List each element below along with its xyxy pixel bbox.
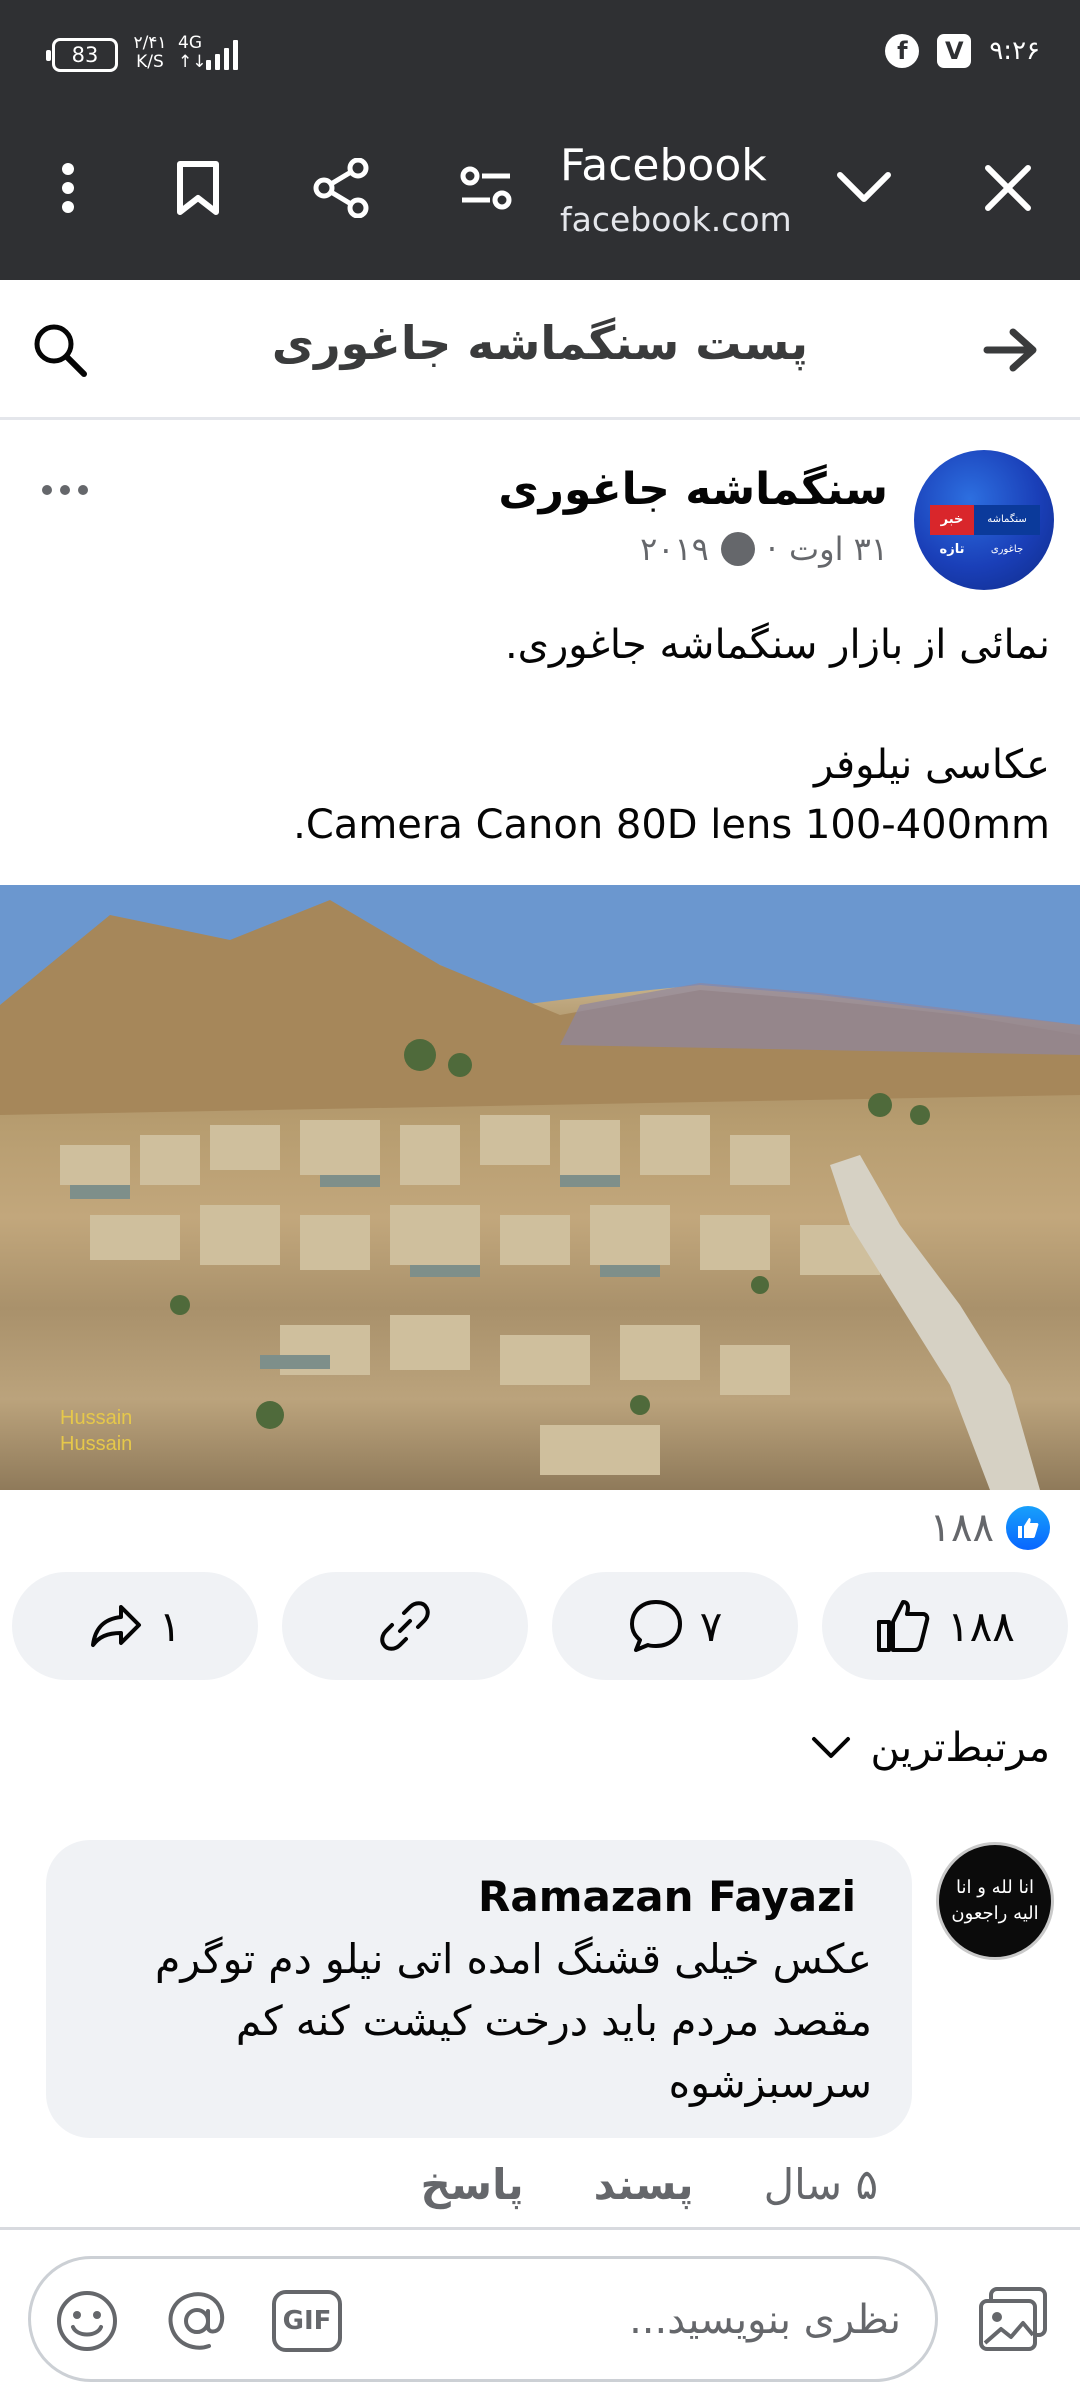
page-settings-icon[interactable]: [448, 150, 524, 226]
post-photo[interactable]: Hussain Hussain: [0, 885, 1080, 1490]
browser-chrome: 83 ۲/۴۱ K/S 4G ↑↓ f V ۹:۲۶ Facebook face…: [0, 0, 1080, 280]
browser-title: Facebook: [560, 140, 767, 191]
meta-separator: ·: [766, 530, 777, 568]
reaction-summary[interactable]: ۱۸۸: [930, 1505, 1050, 1551]
post-text-line: [30, 675, 1050, 735]
post-text-line: نمائی از بازار سنگماشه جاغوری.: [504, 622, 1050, 668]
post-author[interactable]: سنگماشه جاغوری: [498, 464, 888, 515]
post-meta: ۳۱ اوت · ۲۰۱۹: [640, 530, 888, 568]
photo-watermark: Hussain Hussain: [60, 1407, 133, 1455]
chevron-down-icon[interactable]: [826, 150, 902, 226]
network-type: 4G ↑↓: [178, 33, 207, 72]
photo-upload-icon[interactable]: [970, 2276, 1056, 2362]
comment-like-button[interactable]: پسند: [594, 2160, 694, 2209]
like-reaction-icon: [1006, 1506, 1050, 1550]
v-app-icon: V: [937, 34, 972, 68]
comment-button[interactable]: ۷: [552, 1572, 798, 1680]
avatar-badge: خبر تازه سنگماشه جاغوری: [930, 505, 1040, 557]
browser-url: facebook.com: [560, 200, 792, 239]
comment-reply-button[interactable]: پاسخ: [421, 2160, 524, 2209]
reaction-count: ۱۸۸: [929, 1505, 994, 1551]
post-text-line: عکاسی نیلوفر: [813, 742, 1050, 788]
globe-icon: [720, 532, 755, 566]
browser-toolbar: Facebook facebook.com: [0, 130, 1080, 250]
emoji-icon[interactable]: [49, 2283, 125, 2359]
network-speed: ۲/۴۱ K/S: [133, 33, 167, 72]
composer-divider: [0, 2227, 1080, 2230]
like-count: ۱۸۸: [947, 1601, 1015, 1651]
battery-indicator: 83: [46, 38, 118, 72]
share-count: ۱: [158, 1601, 182, 1651]
chevron-down-icon: [811, 1737, 850, 1758]
bookmark-icon[interactable]: [160, 150, 236, 226]
comment-time: ۵ سال: [763, 2160, 878, 2209]
sort-label: مرتبط‌ترین: [870, 1725, 1050, 1771]
close-icon[interactable]: [970, 150, 1046, 226]
page-header: پست سنگماشه جاغوری: [0, 280, 1080, 420]
like-button[interactable]: ۱۸۸: [822, 1572, 1068, 1680]
share-button[interactable]: ۱: [12, 1572, 258, 1680]
page-avatar[interactable]: خبر تازه سنگماشه جاغوری: [914, 450, 1054, 590]
share-icon[interactable]: [304, 150, 380, 226]
facebook-icon: f: [885, 34, 920, 68]
post-date[interactable]: ۳۱ اوت: [789, 530, 888, 568]
comment-sort-dropdown[interactable]: مرتبط‌ترین: [811, 1725, 1050, 1771]
gif-button[interactable]: GIF: [269, 2283, 345, 2359]
arrow-right-icon[interactable]: [972, 312, 1048, 388]
copy-link-button[interactable]: [282, 1572, 528, 1680]
mention-icon[interactable]: [159, 2283, 235, 2359]
comment-composer: GIF: [28, 2256, 938, 2382]
post-more-button[interactable]: [30, 470, 100, 510]
post-actions: ۱ ۷ ۱۸۸: [12, 1572, 1068, 1682]
comment-author[interactable]: Ramazan Fayazi: [478, 1872, 856, 1921]
clock: ۹:۲۶: [989, 36, 1040, 66]
page-title: پست سنگماشه جاغوری: [271, 316, 809, 370]
comment-input[interactable]: [421, 2287, 901, 2353]
post-text: نمائی از بازار سنگماشه جاغوری. عکاسی نیل…: [30, 615, 1050, 855]
comment-meta: ۵ سال پسند پاسخ: [421, 2160, 878, 2209]
comment-text: عکس خیلی قشنگ امده اتی نیلو دم توگرم مقص…: [155, 1935, 872, 2107]
post-text-line: Camera Canon 80D lens 100-400mm.: [293, 802, 1050, 848]
comment-count: ۷: [699, 1601, 723, 1651]
signal-icon: [206, 40, 238, 70]
post-year: ۲۰۱۹: [640, 530, 709, 568]
comment-avatar[interactable]: انا لله و انا الیه راجعون: [936, 1842, 1054, 1960]
status-bar: 83 ۲/۴۱ K/S 4G ↑↓ f V ۹:۲۶: [0, 30, 1080, 80]
comment-bubble: Ramazan Fayazi عکس خیلی قشنگ امده اتی نی…: [46, 1840, 912, 2138]
more-vertical-icon[interactable]: [30, 150, 106, 226]
